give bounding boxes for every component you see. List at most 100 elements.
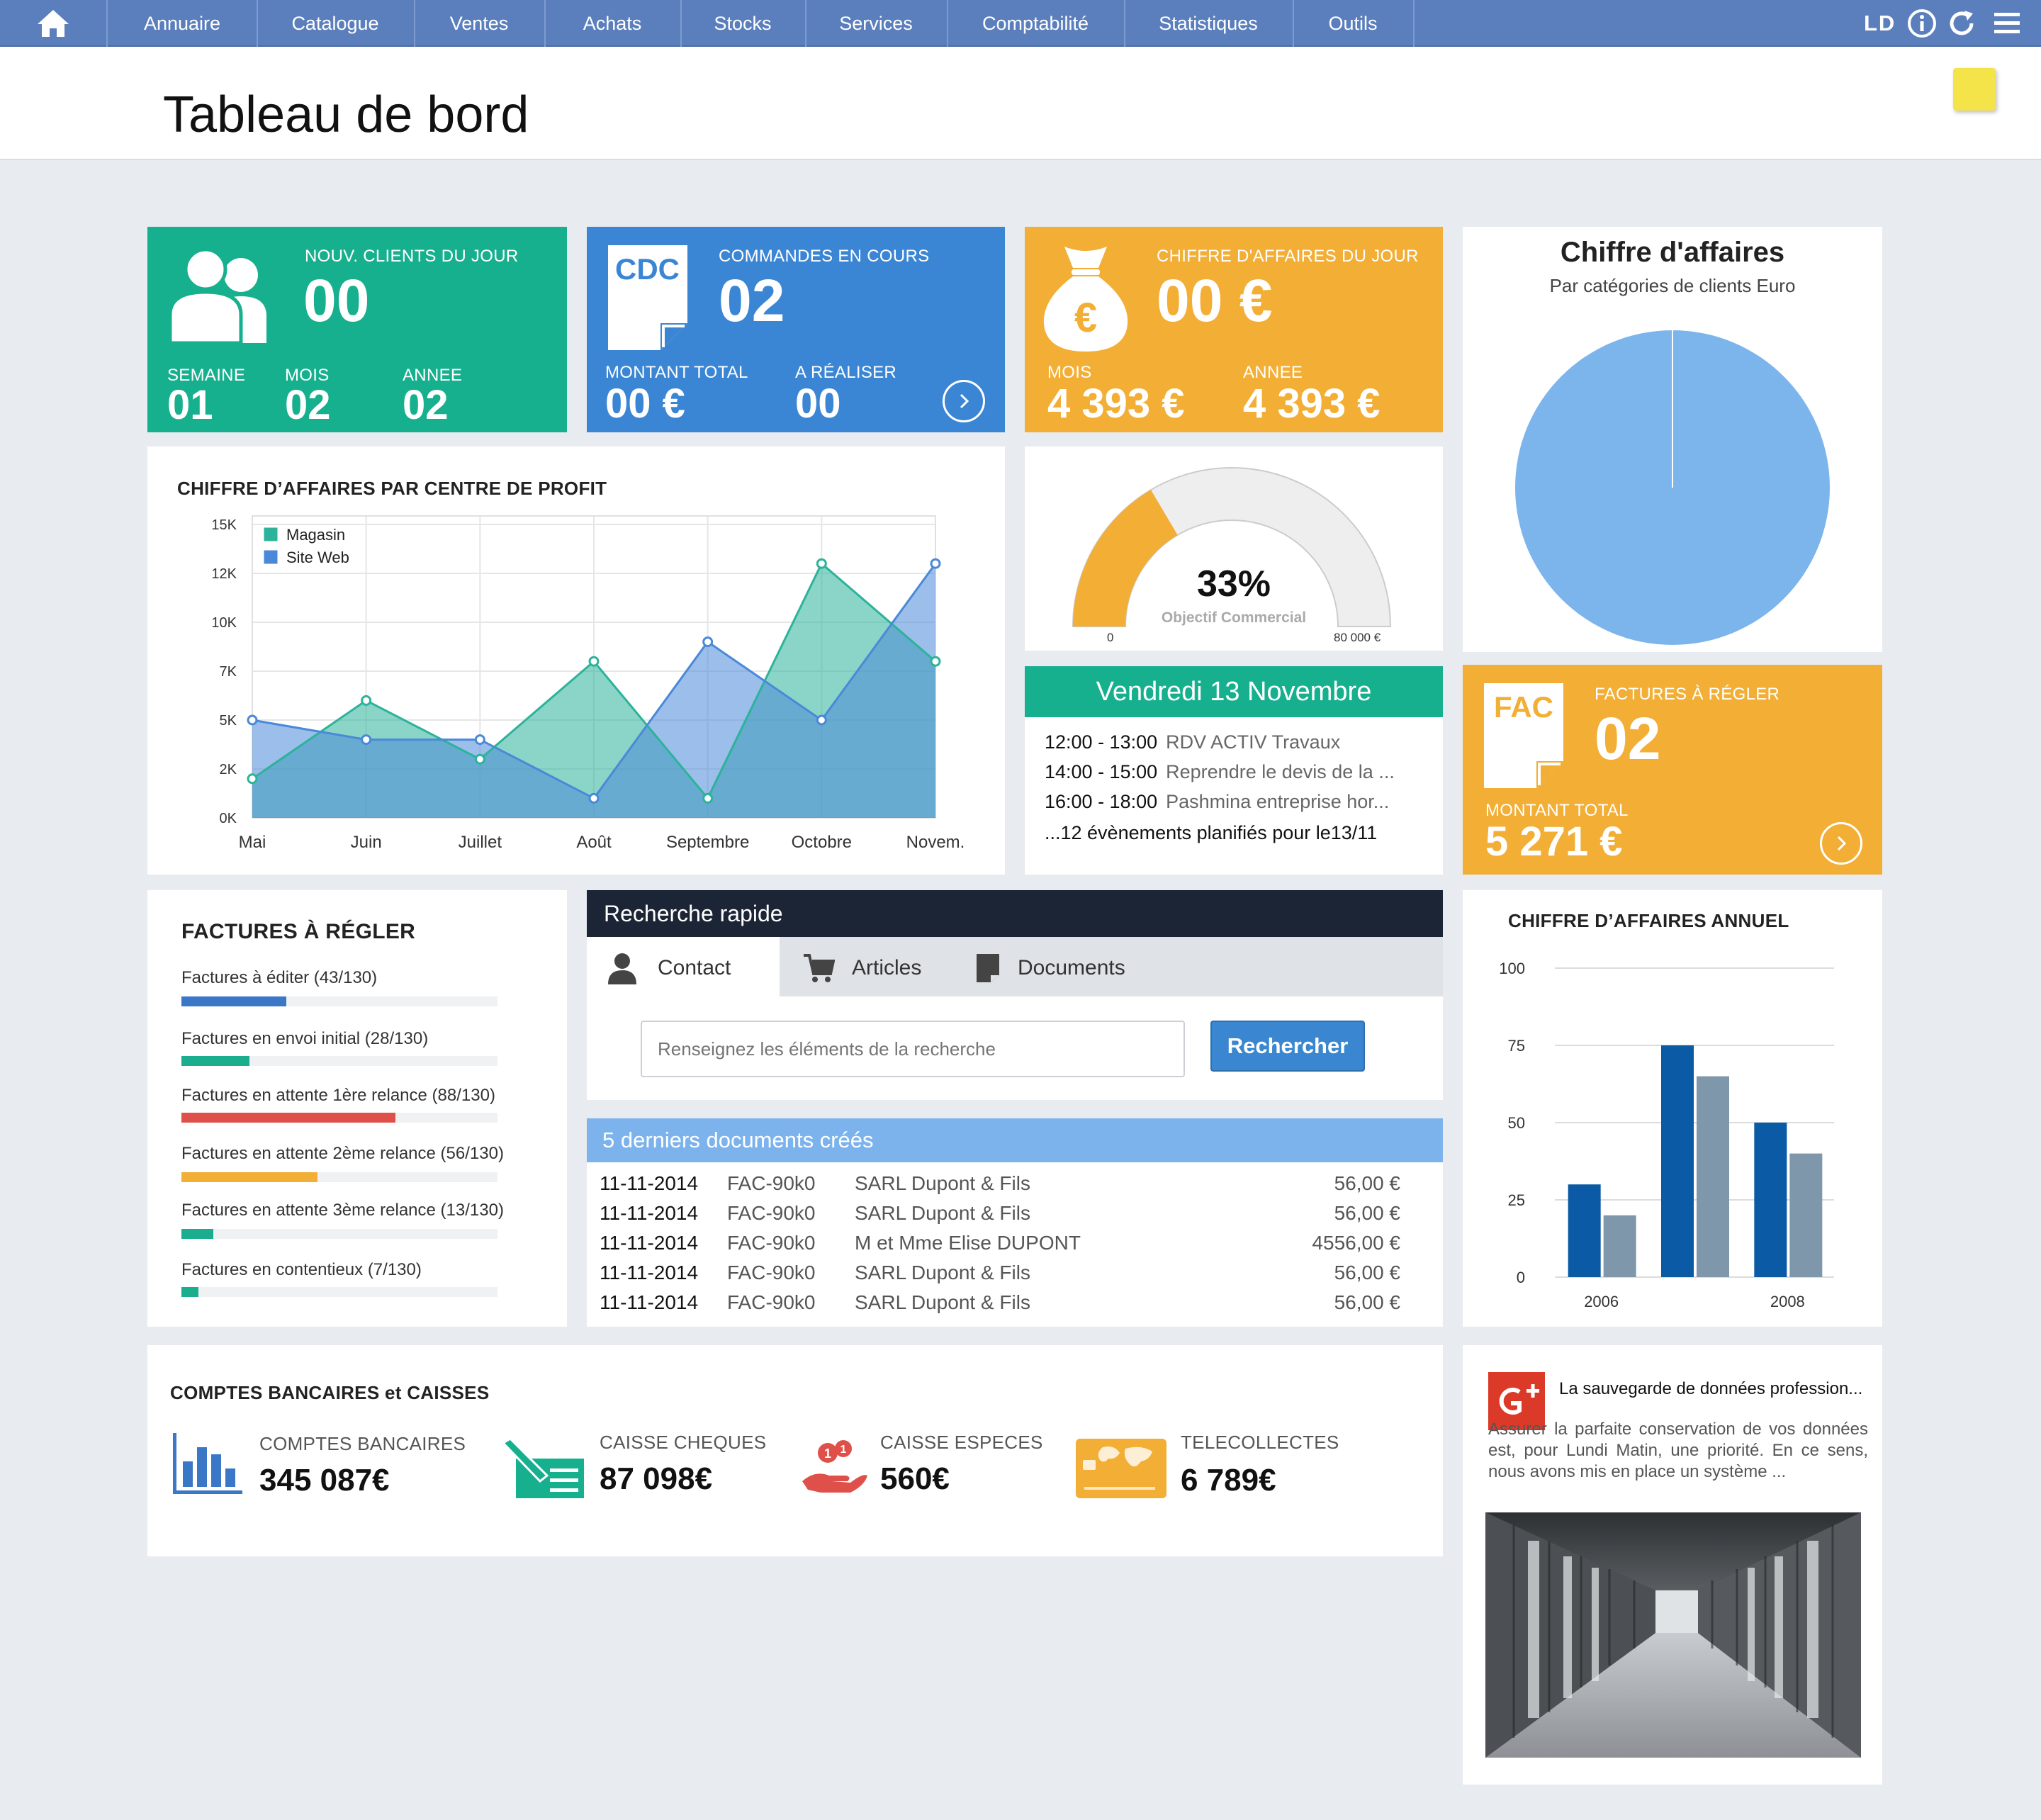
document-row[interactable]: 11-11-2014 FAC-90k0 SARL Dupont & Fils 56,0… [600,1172,1407,1201]
gauge-label: Objectif Commercial [1161,610,1307,626]
telecollect-label: TELECOLLECTES [1181,1432,1339,1453]
new-clients-tile[interactable]: NOUV. CLIENTS DU JOUR 00 SEMAINE 01 MOIS… [147,227,567,432]
bar[interactable] [1568,1184,1601,1277]
info-button[interactable] [1906,0,1938,47]
cash-label: CAISSE ESPECES [880,1432,1043,1453]
invoices-open-button[interactable] [1820,822,1862,865]
data-point[interactable] [702,636,714,648]
news-text: Assurer la parfaite conservation de vos … [1488,1420,1868,1481]
agenda-event[interactable]: 14:00 - 15:00 Reprendre le devis de la ..… [1045,761,1395,783]
search-input[interactable] [641,1021,1185,1077]
agenda-event-text: RDV ACTIV Travaux [1166,731,1341,753]
month-value: 02 [285,382,331,428]
orders-todo-value: 00 [795,381,841,427]
document-row[interactable]: 11-11-2014 FAC-90k0 SARL Dupont & Fils 56,0… [600,1202,1407,1230]
orders-value: 02 [719,267,785,334]
bar[interactable] [1697,1076,1729,1277]
orders-open-button[interactable] [943,380,985,422]
tab-documents[interactable]: Documents [975,939,1125,997]
data-point[interactable] [816,558,827,569]
data-point[interactable] [474,734,485,746]
nav-item-3[interactable]: Achats [544,0,682,47]
data-point[interactable] [930,558,941,569]
nav-item-8[interactable]: Outils [1293,0,1415,47]
invoice-progress-label: Factures en attente 1ère relance (88/130… [181,1086,495,1105]
agenda-event-text: Pashmina entreprise hor... [1166,791,1390,812]
orders-tile[interactable]: CDC COMMANDES EN COURS 02 MONTANT TOTAL … [587,227,1005,432]
y-tick-label: 7K [220,664,237,680]
agenda-event[interactable]: 16:00 - 18:00 Pashmina entreprise hor... [1045,791,1389,813]
sticky-note-icon[interactable] [1953,68,1996,111]
nav-item-7[interactable]: Statistiques [1124,0,1294,47]
money-bag-icon: € [1043,247,1128,352]
invoices-icon-text: FAC [1494,690,1553,724]
document-row[interactable]: 11-11-2014 FAC-90k0 SARL Dupont & Fils 56,0… [600,1262,1407,1290]
data-point[interactable] [702,792,714,804]
tab-articles-label: Articles [852,956,922,979]
data-point[interactable] [247,773,258,785]
news-title[interactable]: La sauvegarde de données profession... [1559,1379,1862,1399]
invoices-due-tile[interactable]: FAC FACTURES À RÉGLER 02 MONTANT TOTAL 5… [1463,665,1882,875]
nav-item-6[interactable]: Comptabilité [947,0,1125,47]
agenda-event[interactable]: 12:00 - 13:00 RDV ACTIV Travaux [1045,731,1340,753]
nav-item-1[interactable]: Catalogue [257,0,415,47]
bar[interactable] [1661,1045,1694,1277]
y-tick-label: 12K [211,566,237,582]
pie-title: Chiffre d'affaires [1560,237,1785,268]
document-row[interactable]: 11-11-2014 FAC-90k0 SARL Dupont & Fils 56,0… [600,1291,1407,1320]
news-card[interactable]: La sauvegarde de données profession... A… [1463,1345,1882,1785]
bar[interactable] [1754,1123,1787,1277]
orders-title: COMMANDES EN COURS [719,247,930,266]
invoice-progress-bar [181,1172,497,1182]
daily-revenue-tile[interactable]: € CHIFFRE D'AFFAIRES DU JOUR 00 € MOIS 4… [1025,227,1443,432]
tab-documents-label: Documents [1018,956,1125,979]
bar[interactable] [1603,1215,1636,1277]
search-button[interactable]: Rechercher [1210,1021,1365,1072]
bar[interactable] [1789,1153,1823,1277]
document-amount: 56,00 € [1334,1172,1400,1194]
nav-item-5[interactable]: Services [805,0,948,47]
document-row[interactable]: 11-11-2014 FAC-90k0 M et Mme Elise DUPONT 4… [600,1232,1407,1260]
refresh-button[interactable] [1946,0,1977,47]
y-tick-label: 25 [1508,1191,1525,1209]
invoice-progress-fill [181,1229,213,1239]
chevron-right-icon [1837,836,1847,851]
daily-revenue-value: 00 € [1157,267,1273,334]
nav-item-4[interactable]: Stocks [680,0,806,47]
cheques-value: 87 098€ [600,1461,713,1496]
x-tick-label: Juillet [459,833,502,852]
document-date: 11-11-2014 [600,1291,699,1313]
credit-card-icon [1076,1439,1166,1498]
agenda-event-time: 14:00 - 15:00 [1045,761,1158,782]
document-date: 11-11-2014 [600,1172,699,1194]
data-point[interactable] [816,714,827,726]
invoice-progress-bar [181,1113,497,1123]
data-point[interactable] [474,753,485,765]
x-tick-label: Juin [351,833,382,852]
menu-button[interactable] [1993,0,2021,47]
home-button[interactable] [0,0,108,47]
gauge-max: 80 000 € [1334,631,1381,644]
tab-contact[interactable]: Contact [607,939,731,997]
user-initials[interactable]: LD [1864,0,1896,47]
orders-icon-text: CDC [615,252,680,286]
nav-item-2[interactable]: Ventes [414,0,546,47]
data-point[interactable] [930,656,941,667]
telecollect-value: 6 789€ [1181,1463,1276,1498]
invoice-progress-bar [181,1229,497,1239]
agenda-more-link[interactable]: ...12 évènements planifiés pour le13/11 [1045,822,1377,844]
revenue-pie-card: Chiffre d'affaires Par catégories de cli… [1463,227,1882,652]
invoices-due-value: 02 [1595,705,1661,772]
data-point[interactable] [588,792,600,804]
data-point[interactable] [361,695,372,706]
data-point[interactable] [588,656,600,667]
invoice-progress-label: Factures en contentieux (7/130) [181,1260,422,1279]
data-point[interactable] [361,734,372,746]
tab-articles[interactable]: Articles [802,939,921,997]
nav-item-0[interactable]: Annuaire [108,0,258,47]
data-point[interactable] [247,714,258,726]
invoices-progress-title: FACTURES À RÉGLER [181,920,416,943]
document-client: SARL Dupont & Fils [855,1172,1030,1194]
x-tick-label: 2006 [1584,1293,1619,1310]
svg-text:1: 1 [840,1444,847,1456]
